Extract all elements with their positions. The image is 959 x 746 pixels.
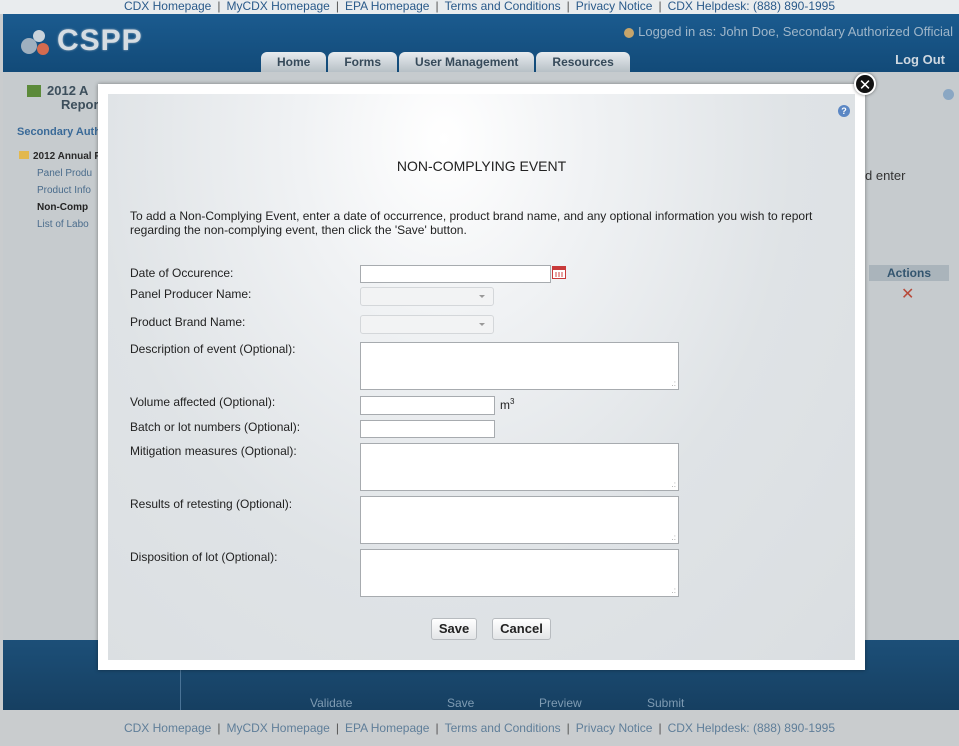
link-mycdx-homepage[interactable]: MyCDX Homepage: [226, 0, 329, 13]
footer-link-mycdx-homepage[interactable]: MyCDX Homepage: [226, 721, 329, 735]
link-separator: |: [566, 721, 570, 735]
resize-grip-icon[interactable]: .:: [672, 534, 676, 542]
footer-link-privacy[interactable]: Privacy Notice: [576, 721, 653, 735]
delete-icon[interactable]: ✕: [901, 284, 914, 304]
resize-grip-icon[interactable]: .:: [672, 380, 676, 388]
unit-exponent: 3: [510, 397, 515, 406]
description-textarea[interactable]: .:: [360, 342, 679, 390]
volume-unit: m3: [500, 397, 514, 412]
main-tabs: Home Forms User Management Resources: [261, 52, 632, 72]
dialog-instructions: To add a Non-Complying Event, enter a da…: [130, 209, 813, 237]
chevron-down-icon: [479, 323, 485, 326]
footer-link-helpdesk[interactable]: CDX Helpdesk: (888) 890-1995: [668, 721, 835, 735]
tree-item-active[interactable]: Non-Comp: [7, 199, 102, 216]
save-button[interactable]: Save: [431, 618, 477, 640]
logout-link[interactable]: Log Out: [895, 52, 945, 67]
date-label: Date of Occurence:: [130, 266, 234, 280]
link-terms[interactable]: Terms and Conditions: [445, 0, 561, 13]
mitigation-textarea[interactable]: .:: [360, 443, 679, 491]
report-title-line2: Repor: [61, 97, 99, 112]
description-label: Description of event (Optional):: [130, 342, 296, 356]
date-of-occurrence-input[interactable]: [360, 265, 551, 283]
logo-text: CSPP: [57, 24, 143, 57]
disposition-label: Disposition of lot (Optional):: [130, 550, 278, 564]
link-separator: |: [658, 721, 662, 735]
logged-in-status: Logged in as: John Doe, Secondary Author…: [624, 24, 953, 39]
tree-root-label: 2012 Annual R: [33, 151, 102, 162]
link-separator: |: [217, 721, 221, 735]
panel-producer-select[interactable]: [360, 287, 494, 306]
batch-input[interactable]: [360, 420, 495, 438]
top-link-bar: CDX Homepage | MyCDX Homepage | EPA Homepage…: [0, 0, 959, 14]
resize-grip-icon[interactable]: .:: [672, 587, 676, 595]
submit-button[interactable]: Submit: [647, 696, 684, 710]
product-brand-select[interactable]: [360, 315, 494, 334]
retesting-textarea[interactable]: .:: [360, 496, 679, 544]
tree-item[interactable]: List of Labo: [7, 216, 102, 233]
link-separator: |: [658, 0, 662, 13]
dialog-body: ? NON-COMPLYING EVENT To add a Non-Compl…: [108, 94, 855, 660]
role-label: Secondary Auth: [17, 126, 101, 138]
dialog-title: NON-COMPLYING EVENT: [396, 158, 567, 174]
actions-column-header: Actions: [869, 265, 949, 281]
resize-grip-icon[interactable]: .:: [672, 481, 676, 489]
report-title-line1: 2012 A: [47, 83, 89, 98]
retesting-label: Results of retesting (Optional):: [130, 497, 293, 511]
report-title: 2012 A Repor: [47, 84, 99, 112]
link-separator: |: [335, 0, 339, 13]
volume-input[interactable]: [360, 396, 495, 415]
link-epa-homepage[interactable]: EPA Homepage: [345, 0, 430, 13]
unit-base: m: [500, 398, 510, 412]
report-tree: 2012 Annual R Panel Produ Product Info N…: [7, 148, 102, 233]
report-tree-icon: [27, 85, 41, 97]
link-helpdesk[interactable]: CDX Helpdesk: (888) 890-1995: [668, 0, 835, 13]
footer-link-epa-homepage[interactable]: EPA Homepage: [345, 721, 430, 735]
tree-root[interactable]: 2012 Annual R: [7, 148, 102, 165]
footer-link-cdx-homepage[interactable]: CDX Homepage: [124, 721, 211, 735]
chevron-down-icon: [479, 295, 485, 298]
tab-home[interactable]: Home: [261, 52, 327, 72]
app-header: CSPP Logged in as: John Doe, Secondary A…: [3, 14, 959, 72]
panel-producer-label: Panel Producer Name:: [130, 287, 252, 301]
link-separator: |: [217, 0, 221, 13]
save-toolbar-button[interactable]: Save: [447, 696, 474, 710]
help-icon[interactable]: ?: [838, 105, 850, 117]
link-separator: |: [435, 721, 439, 735]
tab-resources[interactable]: Resources: [536, 52, 630, 72]
logged-in-text: Logged in as: John Doe, Secondary Author…: [638, 24, 953, 39]
background-instruction-text: d enter: [865, 168, 906, 183]
footer-link-terms[interactable]: Terms and Conditions: [445, 721, 561, 735]
logo-molecule-icon: [21, 30, 49, 55]
mitigation-label: Mitigation measures (Optional):: [130, 444, 297, 458]
folder-icon: [19, 151, 29, 159]
close-dialog-icon[interactable]: ✕: [854, 73, 876, 95]
batch-label: Batch or lot numbers (Optional):: [130, 420, 301, 434]
user-icon: [624, 27, 635, 38]
footer-link-bar: CDX Homepage | MyCDX Homepage | EPA Homepage…: [0, 710, 959, 740]
cancel-button[interactable]: Cancel: [492, 618, 551, 640]
preview-button[interactable]: Preview: [539, 696, 582, 710]
link-separator: |: [435, 0, 439, 13]
link-cdx-homepage[interactable]: CDX Homepage: [124, 0, 211, 13]
tab-forms[interactable]: Forms: [328, 52, 398, 72]
non-complying-event-dialog: ? NON-COMPLYING EVENT To add a Non-Compl…: [98, 84, 865, 670]
link-separator: |: [335, 721, 339, 735]
validate-button[interactable]: Validate: [310, 696, 352, 710]
link-privacy[interactable]: Privacy Notice: [576, 0, 653, 13]
page-help-icon[interactable]: [943, 89, 954, 100]
cspp-logo: CSPP: [17, 20, 142, 60]
link-separator: |: [566, 0, 570, 13]
tree-item[interactable]: Panel Produ: [7, 165, 102, 182]
calendar-icon[interactable]: [552, 266, 566, 279]
tree-item[interactable]: Product Info: [7, 182, 102, 199]
volume-label: Volume affected (Optional):: [130, 395, 276, 409]
tab-user-management[interactable]: User Management: [399, 52, 535, 72]
disposition-textarea[interactable]: .:: [360, 549, 679, 597]
product-brand-label: Product Brand Name:: [130, 315, 246, 329]
